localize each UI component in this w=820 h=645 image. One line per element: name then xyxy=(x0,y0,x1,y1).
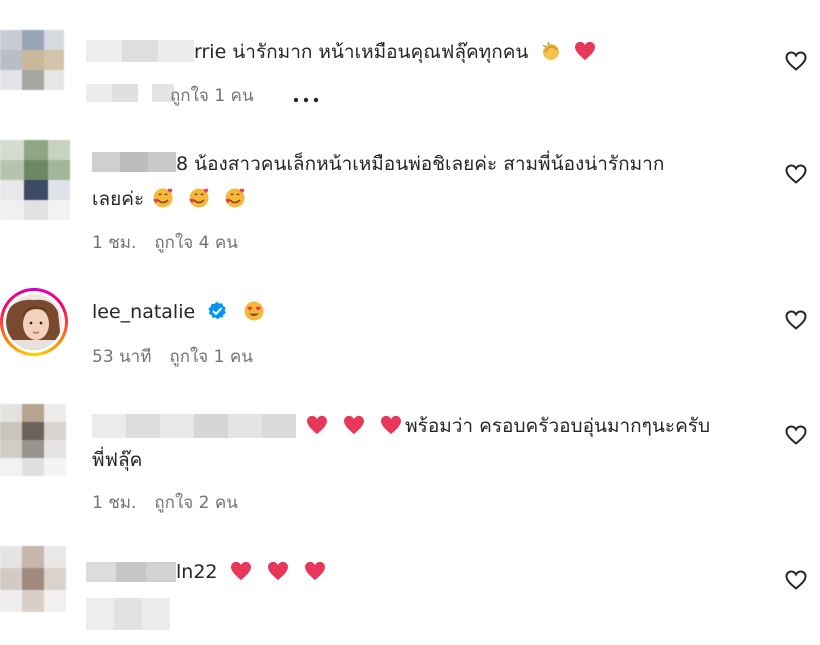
username[interactable]: 8 xyxy=(176,153,188,175)
comment-text-line-1: 8 น้องสาวคนเล็กหน้าเหมือนพ่อชิเลยค่ะ สาม… xyxy=(176,153,665,175)
story-ring-avatar[interactable] xyxy=(0,288,68,356)
red-heart-emoji-icon xyxy=(574,41,595,61)
clapping-hands-emoji-icon xyxy=(543,41,560,60)
comment-1: rrie น่ารักมาก หน้าเหมือนคุณฟลุ๊คทุกคน ถ… xyxy=(0,0,820,120)
username-blurred[interactable] xyxy=(86,562,176,582)
comment-meta: 53 นาที ถูกใจ 1 คน xyxy=(92,343,271,370)
likes-count[interactable]: ถูกใจ 1 คน xyxy=(170,86,253,106)
avatar[interactable] xyxy=(0,404,66,476)
comment-4: พร้อมว่า ครอบครัวอบอุ่นมากๆนะครับ พี่ฟลุ… xyxy=(0,400,820,530)
comment-text-line-1: พร้อมว่า ครอบครัวอบอุ่นมากๆนะครับ xyxy=(302,409,710,443)
likes-count[interactable]: ถูกใจ 1 คน xyxy=(169,347,252,367)
comment-2: 8 น้องสาวคนเล็กหน้าเหมือนพ่อชิเลยค่ะ สาม… xyxy=(0,130,820,270)
smiling-face-with-hearts-emoji-icon xyxy=(189,188,209,208)
verified-badge-icon xyxy=(208,301,227,320)
avatar[interactable] xyxy=(0,546,66,612)
like-heart-outline-icon[interactable] xyxy=(784,162,808,186)
red-heart-emoji-icon xyxy=(344,415,365,435)
red-heart-emoji-icon xyxy=(267,561,288,581)
red-heart-emoji-icon xyxy=(230,561,251,581)
username-blurred[interactable] xyxy=(86,40,194,62)
comment-3: lee_natalie 53 นาที ถูกใจ 1 คน xyxy=(0,280,820,390)
likes-count[interactable]: ถูกใจ 2 คน xyxy=(154,493,237,513)
avatar xyxy=(6,294,62,350)
username[interactable]: lee_natalie xyxy=(92,301,195,323)
timestamp[interactable]: 1 ชม. xyxy=(92,493,136,513)
comment-meta: 1 ชม. ถูกใจ 4 คน xyxy=(92,229,256,256)
comment-text-line-2: พี่ฟลุ๊ค xyxy=(92,449,143,471)
username-blurred[interactable] xyxy=(92,414,296,438)
comment-5: ln22 xyxy=(0,540,820,645)
like-heart-outline-icon[interactable] xyxy=(784,568,808,592)
comment-meta: ถูกใจ 1 คน xyxy=(170,82,271,109)
comment-meta: 1 ชม. ถูกใจ 2 คน xyxy=(92,489,256,516)
comment-text: ln22 xyxy=(176,555,329,589)
timestamp[interactable]: 1 ชม. xyxy=(92,233,136,253)
comment-text: rrie น่ารักมาก หน้าเหมือนคุณฟลุ๊คทุกคน xyxy=(194,35,599,69)
username[interactable]: rrie xyxy=(194,41,226,63)
avatar[interactable] xyxy=(0,30,64,90)
smiling-face-with-hearts-emoji-icon xyxy=(153,188,173,208)
username[interactable]: ln22 xyxy=(176,561,218,583)
timestamp[interactable]: 53 นาที xyxy=(92,347,151,367)
red-heart-emoji-icon xyxy=(304,561,325,581)
heart-eyes-emoji-icon xyxy=(244,301,264,321)
comment-text: lee_natalie xyxy=(92,295,267,329)
more-options-icon[interactable] xyxy=(292,89,324,103)
like-heart-outline-icon[interactable] xyxy=(784,423,808,447)
likes-count[interactable]: ถูกใจ 4 คน xyxy=(154,233,237,253)
red-heart-emoji-icon xyxy=(307,415,327,435)
comment-text-line-2: เลยค่ะ xyxy=(92,182,248,216)
like-heart-outline-icon[interactable] xyxy=(784,308,808,332)
red-heart-emoji-icon xyxy=(381,415,402,435)
username-blurred[interactable] xyxy=(92,152,176,172)
like-heart-outline-icon[interactable] xyxy=(784,49,808,73)
avatar[interactable] xyxy=(0,140,70,220)
meta-blurred xyxy=(86,598,170,630)
smiling-face-with-hearts-emoji-icon xyxy=(225,188,245,208)
meta-blurred xyxy=(86,84,138,102)
